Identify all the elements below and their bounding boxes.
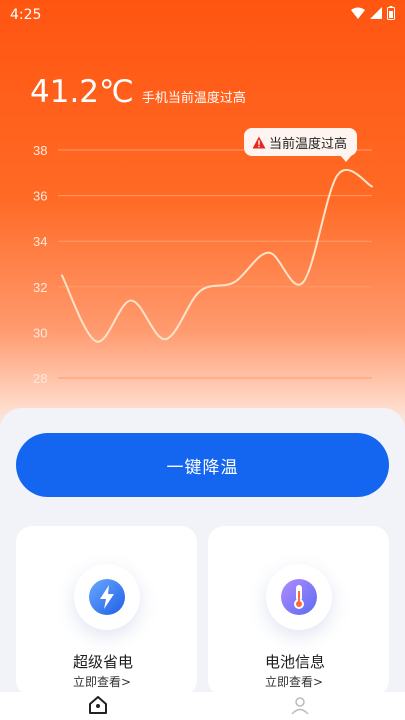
battery-icon: [387, 6, 395, 20]
signal-icon: [370, 7, 382, 19]
wifi-icon: [351, 7, 365, 19]
warning-icon: [252, 136, 266, 148]
status-icons: [351, 6, 395, 20]
card-title: 电池信息: [265, 653, 326, 671]
home-icon[interactable]: [88, 696, 108, 714]
battery-info-icon-wrap: [266, 564, 332, 630]
thermometer-icon: [281, 579, 317, 615]
temperature-value: 41.2℃: [30, 74, 134, 110]
card-subtitle[interactable]: 立即查看>: [265, 673, 323, 690]
y-tick-label: 34: [33, 234, 47, 249]
temperature-chart: 38 36 34 32 30 28: [33, 143, 373, 386]
y-tick-label: 38: [33, 143, 47, 158]
warning-bubble: 当前温度过高: [244, 128, 358, 162]
one-key-cool-button[interactable]: 一键降温: [16, 433, 389, 497]
temperature-header: 41.2℃ 手机当前温度过高: [30, 74, 246, 110]
lightning-icon: [89, 579, 125, 615]
y-tick-label: 28: [33, 371, 47, 386]
card-subtitle[interactable]: 立即查看>: [73, 673, 131, 690]
battery-info-card[interactable]: 电池信息 立即查看>: [208, 526, 389, 696]
power-saving-icon-wrap: [74, 564, 140, 630]
chart-y-ticks: 38 36 34 32 30 28: [33, 143, 47, 386]
chart-grid: [58, 149, 372, 379]
card-title: 超级省电: [73, 653, 134, 671]
y-tick-label: 32: [33, 280, 47, 295]
bottom-tabbar: [0, 692, 405, 720]
temperature-note: 手机当前温度过高: [141, 91, 246, 106]
status-time: 4:25: [10, 7, 42, 23]
power-saving-card[interactable]: 超级省电 立即查看>: [16, 526, 197, 696]
y-tick-label: 36: [33, 189, 47, 204]
user-icon[interactable]: [290, 696, 310, 714]
warning-text: 当前温度过高: [269, 136, 348, 152]
status-bar: 4:25: [0, 0, 405, 30]
y-tick-label: 30: [33, 325, 47, 340]
